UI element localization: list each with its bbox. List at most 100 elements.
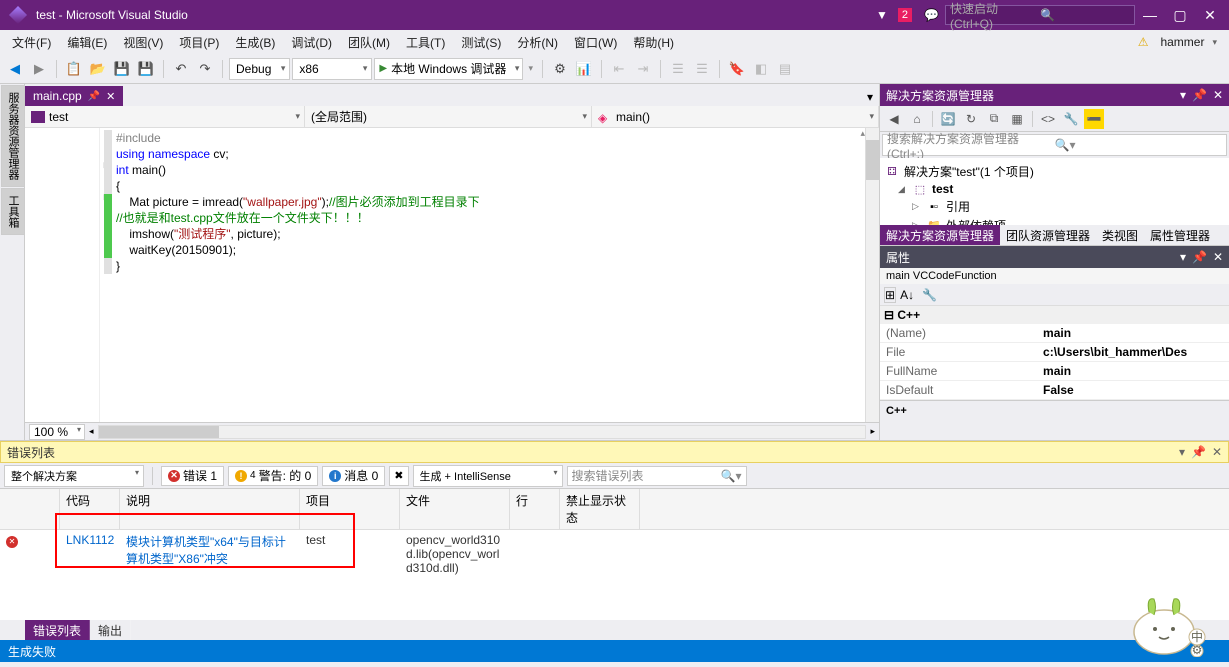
alpha-sort-button[interactable]: A↓ (900, 288, 914, 302)
tool-btn-1[interactable]: ⚙ (549, 58, 571, 80)
horizontal-scrollbar[interactable] (98, 425, 867, 439)
clear-filter-button[interactable]: ✖ (389, 466, 408, 486)
scroll-right-button[interactable]: ▸ (870, 426, 875, 437)
toggle-button[interactable]: ◧ (750, 58, 772, 80)
tree-external[interactable]: ▷ 📁 外部依赖项 (884, 216, 1225, 225)
feedback-icon[interactable]: 💬 (924, 8, 939, 22)
panel-dropdown-icon[interactable]: ▾ (1179, 445, 1185, 459)
col-suppress[interactable]: 禁止显示状态 (560, 489, 640, 529)
maximize-button[interactable]: ▢ (1165, 5, 1195, 25)
nav-fwd-button[interactable]: ▶ (28, 58, 50, 80)
run-button[interactable]: ▶ 本地 Windows 调试器 (374, 58, 523, 80)
toolbox-tab[interactable]: 工具箱 (1, 188, 25, 235)
indent-right-button[interactable]: ⇥ (632, 58, 654, 80)
comment-button[interactable]: ☰ (667, 58, 689, 80)
save-all-button[interactable]: 💾 (135, 58, 157, 80)
solution-search-input[interactable]: 搜索解决方案资源管理器(Ctrl+;) 🔍▾ (882, 134, 1227, 156)
categorize-button[interactable]: ⊞ (884, 287, 896, 303)
save-button[interactable]: 💾 (111, 58, 133, 80)
minimize-button[interactable]: — (1135, 5, 1165, 25)
ext-button[interactable]: ▤ (774, 58, 796, 80)
pin-icon[interactable]: 📌 (1192, 250, 1207, 264)
nav-scope-dropdown[interactable]: test (25, 106, 305, 127)
menu-build[interactable]: 生成(B) (227, 32, 283, 53)
tree-solution-root[interactable]: ⚃ 解决方案"test"(1 个项目) (884, 162, 1225, 181)
vertical-scrollbar[interactable]: ▴ (865, 128, 879, 422)
tab-error-list[interactable]: 错误列表 (25, 620, 90, 640)
uncomment-button[interactable]: ☰ (691, 58, 713, 80)
close-button[interactable]: ✕ (1195, 5, 1225, 25)
new-project-button[interactable]: 📋 (63, 58, 85, 80)
scope-dropdown[interactable]: 整个解决方案 (4, 465, 144, 487)
col-line[interactable]: 行 (510, 489, 560, 529)
indent-left-button[interactable]: ⇤ (608, 58, 630, 80)
code-editor[interactable]: ⊟ ⊟ #includeusing namespace cv;int main(… (25, 128, 879, 422)
warnings-filter-button[interactable]: ! 4 警告: 的 0 (228, 466, 318, 486)
tool-btn-2[interactable]: 📊 (573, 58, 595, 80)
notification-badge[interactable]: 2 (898, 8, 912, 22)
pin-icon[interactable]: 📌 (1192, 88, 1207, 102)
config-dropdown[interactable]: Debug (229, 58, 290, 80)
pin-icon[interactable]: 📌 (88, 91, 100, 102)
nav-type-dropdown[interactable]: (全局范围) (305, 106, 592, 127)
col-file[interactable]: 文件 (400, 489, 510, 529)
server-explorer-tab[interactable]: 服务器资源管理器 (1, 85, 25, 187)
wrench-button[interactable]: ➖ (1084, 109, 1104, 129)
menu-test[interactable]: 测试(S) (453, 32, 509, 53)
redo-button[interactable]: ↷ (194, 58, 216, 80)
tree-project[interactable]: ◢ ⬚ test (884, 181, 1225, 197)
menu-tools[interactable]: 工具(T) (398, 32, 453, 53)
tab-solution-explorer[interactable]: 解决方案资源管理器 (880, 225, 1000, 245)
col-icon[interactable] (0, 489, 60, 529)
close-panel-icon[interactable]: ✕ (1213, 250, 1223, 264)
menu-edit[interactable]: 编辑(E) (59, 32, 115, 53)
pin-icon[interactable]: 📌 (1191, 445, 1206, 459)
flag-icon[interactable]: ▼ (876, 8, 888, 22)
menu-team[interactable]: 团队(M) (340, 32, 398, 53)
errors-filter-button[interactable]: ✕ 错误 1 (161, 466, 224, 486)
bookmark-button[interactable]: 🔖 (726, 58, 748, 80)
messages-filter-button[interactable]: i 消息 0 (322, 466, 385, 486)
menu-file[interactable]: 文件(F) (4, 32, 59, 53)
menu-view[interactable]: 视图(V) (115, 32, 171, 53)
panel-dropdown-icon[interactable]: ▾ (1180, 250, 1186, 264)
expand-icon[interactable]: ◢ (898, 184, 908, 195)
tree-references[interactable]: ▷ ▪▫ 引用 (884, 197, 1225, 216)
nav-member-dropdown[interactable]: ◈ main() (592, 106, 879, 127)
sync-button[interactable]: 🔄 (938, 109, 958, 129)
panel-dropdown-icon[interactable]: ▾ (1180, 88, 1186, 102)
collapse-button[interactable]: ⧉ (984, 109, 1004, 129)
menu-window[interactable]: 窗口(W) (566, 32, 625, 53)
tab-overflow-button[interactable]: ▾ (861, 88, 879, 106)
nav-back-button[interactable]: ◀ (4, 58, 26, 80)
tab-property-manager[interactable]: 属性管理器 (1144, 225, 1216, 245)
expand-icon[interactable]: ▷ (912, 201, 922, 212)
tab-output[interactable]: 输出 (90, 620, 131, 640)
build-mode-dropdown[interactable]: 生成 + IntelliSense (413, 465, 563, 487)
properties-object[interactable]: main VCCodeFunction (880, 268, 1229, 284)
document-tab-main[interactable]: main.cpp 📌 ✕ (25, 86, 123, 106)
menu-project[interactable]: 项目(P) (171, 32, 227, 53)
zoom-dropdown[interactable]: 100 % (29, 424, 85, 440)
quick-launch-input[interactable]: 快速启动 (Ctrl+Q) 🔍 (945, 5, 1135, 25)
home-button[interactable]: ⌂ (907, 109, 927, 129)
tab-class-view[interactable]: 类视图 (1096, 225, 1144, 245)
menu-analyze[interactable]: 分析(N) (509, 32, 566, 53)
show-all-button[interactable]: ▦ (1007, 109, 1027, 129)
refresh-button[interactable]: ↻ (961, 109, 981, 129)
tab-team-explorer[interactable]: 团队资源管理器 (1000, 225, 1096, 245)
user-dropdown-icon[interactable]: ▾ (1212, 37, 1217, 48)
undo-button[interactable]: ↶ (170, 58, 192, 80)
platform-dropdown[interactable]: x86 (292, 58, 372, 80)
scroll-left-button[interactable]: ◂ (89, 426, 94, 437)
properties-grid[interactable]: ⊟ C++ (Name)main Filec:\Users\bit_hammer… (880, 306, 1229, 400)
props-wrench-button[interactable]: 🔧 (922, 288, 937, 302)
solution-tree[interactable]: ⚃ 解决方案"test"(1 个项目) ◢ ⬚ test ▷ ▪▫ 引用 ▷ 📁… (880, 158, 1229, 225)
close-panel-icon[interactable]: ✕ (1213, 88, 1223, 102)
properties-button[interactable]: 🔧 (1061, 109, 1081, 129)
menu-debug[interactable]: 调试(D) (283, 32, 340, 53)
user-menu[interactable]: hammer (1152, 33, 1212, 51)
close-panel-icon[interactable]: ✕ (1212, 445, 1222, 459)
menu-help[interactable]: 帮助(H) (625, 32, 682, 53)
property-category[interactable]: ⊟ C++ (880, 306, 1229, 324)
